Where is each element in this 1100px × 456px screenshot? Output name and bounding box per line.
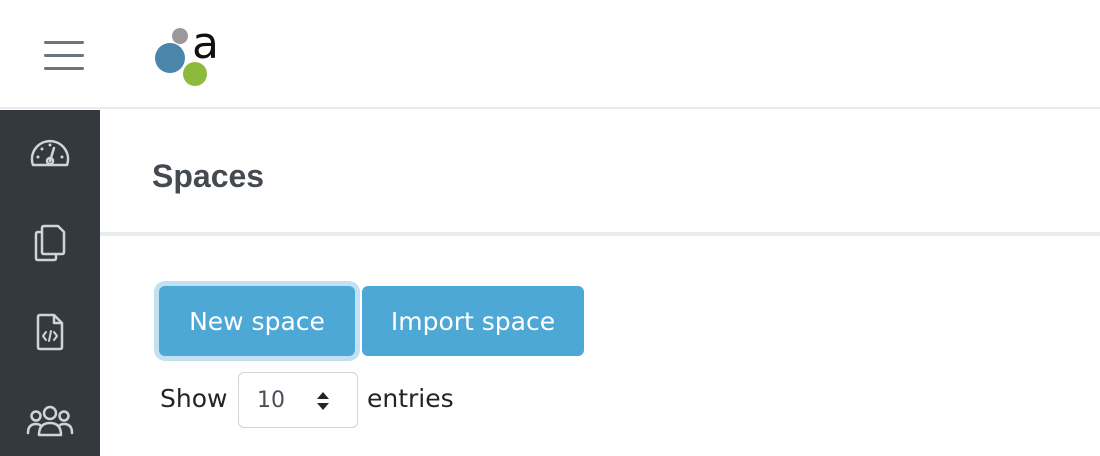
sidebar <box>0 110 100 456</box>
dashboard-icon <box>30 139 70 167</box>
entries-label: entries <box>367 384 454 413</box>
sidebar-item-copy[interactable] <box>0 201 100 283</box>
entries-per-page-select[interactable]: 10 <box>238 372 358 428</box>
page-header: Spaces <box>100 110 1100 236</box>
sidebar-item-dashboard[interactable] <box>0 113 100 195</box>
sidebar-item-code[interactable] <box>0 291 100 373</box>
sidebar-item-users[interactable] <box>0 380 100 456</box>
select-caret-icon <box>317 392 329 410</box>
top-navbar: a <box>0 0 1100 109</box>
logo[interactable]: a <box>152 18 226 88</box>
entries-per-page-value: 10 <box>257 388 285 413</box>
users-icon <box>26 405 74 437</box>
copy-icon <box>34 224 66 262</box>
import-space-button[interactable]: Import space <box>362 286 584 356</box>
page-title: Spaces <box>152 158 265 194</box>
code-file-icon <box>36 313 64 351</box>
logo-letter: a <box>192 22 219 69</box>
show-label: Show <box>160 384 228 413</box>
hamburger-icon[interactable] <box>40 35 88 75</box>
new-space-button[interactable]: New space <box>159 286 355 356</box>
